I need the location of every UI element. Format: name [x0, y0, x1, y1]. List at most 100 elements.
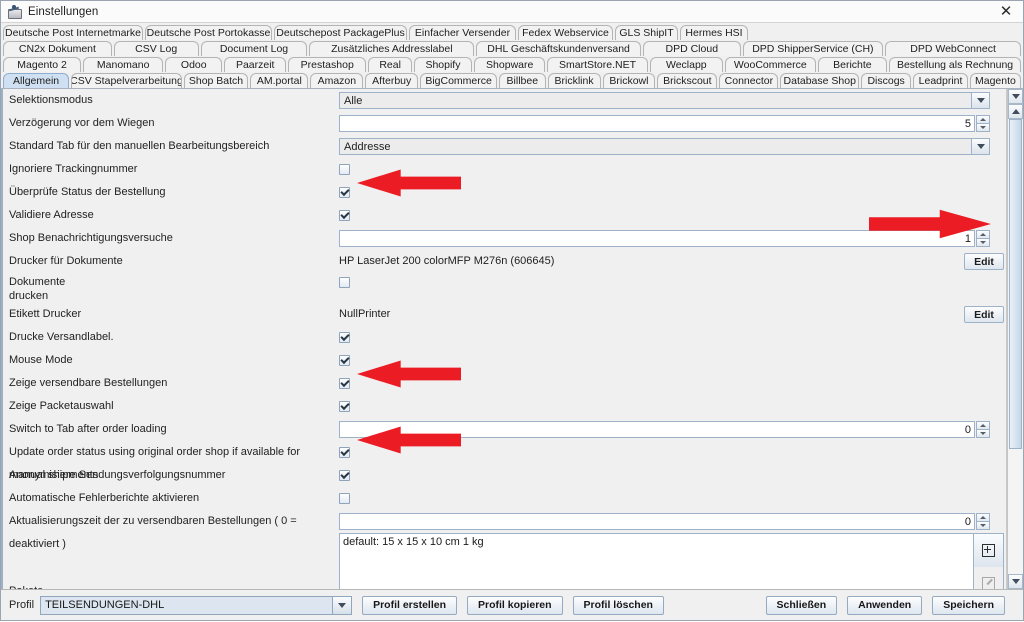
scroll-up-icon[interactable] [1008, 104, 1023, 119]
pakete-list[interactable]: default: 15 x 15 x 10 cm 1 kg [339, 533, 974, 589]
combo-standard-tab-f-r-den-manuellen-bearbeitungsberei[interactable]: Addresse [339, 138, 990, 155]
tab-prestashop[interactable]: Prestashop [288, 57, 367, 72]
spinner-input-verz-gerung-vor-dem-wiegen[interactable]: 5 [339, 115, 975, 132]
spinner-up-icon[interactable] [976, 115, 990, 124]
spinner-input-switch-to-tab-after-order-loading[interactable]: 0 [339, 421, 975, 438]
tab-connector[interactable]: Connector [719, 73, 779, 88]
checkbox-update-order-status-using-original-order-shop-if[interactable] [339, 447, 350, 458]
tab-gls-shipit[interactable]: GLS ShipIT [615, 25, 678, 40]
checkbox-ignoriere-trackingnummer[interactable] [339, 164, 350, 175]
tab-cn2x-dokument[interactable]: CN2x Dokument [3, 41, 112, 56]
chevron-down-icon[interactable] [332, 596, 352, 614]
checkbox-automatische-fehlerberichte-aktivieren[interactable] [339, 493, 350, 504]
scrollbar-track[interactable] [1008, 119, 1023, 574]
edit-button-etikett-drucker[interactable]: Edit [964, 306, 1004, 323]
tab-weclapp[interactable]: Weclapp [649, 57, 723, 72]
tab-shopify[interactable]: Shopify [413, 57, 472, 72]
spinner-up-icon[interactable] [976, 513, 990, 522]
tab-manomano[interactable]: Manomano [83, 57, 164, 72]
tab-real[interactable]: Real [368, 57, 412, 72]
tab-discogs[interactable]: Discogs [861, 73, 912, 88]
profil-kopieren-button[interactable]: Profil kopieren [467, 595, 563, 615]
tab-amazon[interactable]: Amazon [310, 73, 364, 88]
tab-dpd-cloud[interactable]: DPD Cloud [642, 41, 741, 56]
tab-brickscout[interactable]: Brickscout [657, 73, 718, 88]
tab-bigcommerce[interactable]: BigCommerce [420, 73, 497, 88]
tab-am-portal[interactable]: AM.portal [250, 73, 309, 88]
app-settings-icon [7, 4, 22, 19]
spinner-up-icon[interactable] [976, 230, 990, 239]
tab-berichte[interactable]: Berichte [817, 57, 888, 72]
combo-selektionsmodus[interactable]: Alle [339, 92, 990, 109]
tab-fedex-webservice[interactable]: Fedex Webservice [518, 25, 613, 40]
tab-deutsche-post-portokasse[interactable]: Deutsche Post Portokasse [145, 25, 272, 40]
tab-dhl-gesch-ftskundenversand[interactable]: DHL Geschäftskundenversand [476, 41, 641, 56]
checkbox-drucke-versandlabel[interactable] [339, 332, 350, 343]
tab-csv-stapelverarbeitung[interactable]: CSV Stapelverarbeitung [71, 73, 182, 88]
spinner-input-aktualisierungszeit-der-zu-versendbaren-bestellu[interactable]: 0 [339, 513, 975, 530]
profil-erstellen-button[interactable]: Profil erstellen [362, 595, 458, 615]
tab-paarzeit[interactable]: Paarzeit [224, 57, 287, 72]
tab-deutsche-post-internetmarke[interactable]: Deutsche Post Internetmarke [3, 25, 143, 40]
setting-control [339, 487, 1006, 510]
tab-allgemein[interactable]: Allgemein [3, 73, 70, 88]
setting-row-update-order-status-using-original-order-shop-if: Update order status using original order… [3, 441, 1006, 481]
tab-shopware[interactable]: Shopware [473, 57, 546, 72]
spinner-buttons[interactable] [976, 421, 990, 438]
spinner-down-icon[interactable] [976, 124, 990, 132]
list-item[interactable]: default: 15 x 15 x 10 cm 1 kg [343, 536, 973, 548]
profil-l-schen-button[interactable]: Profil löschen [572, 595, 664, 615]
spinner-down-icon[interactable] [976, 239, 990, 247]
spinner-buttons[interactable] [976, 513, 990, 530]
tab-zus-tzliches-addresslabel[interactable]: Zusätzliches Addresslabel [309, 41, 475, 56]
checkbox-zeige-packetauswahl[interactable] [339, 401, 350, 412]
checkbox-berpr-fe-status-der-bestellung[interactable] [339, 187, 350, 198]
tab-bricklink[interactable]: Bricklink [547, 73, 601, 88]
edit-paket-button[interactable] [974, 567, 1003, 589]
close-icon[interactable]: ✕ [995, 1, 1017, 22]
tab-einfacher-versender[interactable]: Einfacher Versender [409, 25, 516, 40]
tab-smartstore-net[interactable]: SmartStore.NET [547, 57, 648, 72]
tab-dpd-shipperservice-ch[interactable]: DPD ShipperService (CH) [742, 41, 884, 56]
tab-dpd-webconnect[interactable]: DPD WebConnect [885, 41, 1021, 56]
tab-magento[interactable]: Magento [969, 73, 1021, 88]
checkbox-validiere-adresse[interactable] [339, 210, 350, 221]
scroll-down-icon[interactable] [1008, 89, 1023, 104]
tab-csv-log[interactable]: CSV Log [113, 41, 199, 56]
tab-document-log[interactable]: Document Log [200, 41, 308, 56]
spinner-up-icon[interactable] [976, 421, 990, 430]
speichern-button[interactable]: Speichern [932, 595, 1005, 615]
checkbox-anonymisiere-sendungsverfolgungsnummer[interactable] [339, 470, 350, 481]
spinner-down-icon[interactable] [976, 522, 990, 530]
spinner-input-shop-benachrichtigungsversuche[interactable]: 1 [339, 230, 975, 247]
tab-leadprint[interactable]: Leadprint [913, 73, 968, 88]
tab-magento-2[interactable]: Magento 2 [3, 57, 82, 72]
chevron-down-icon[interactable] [971, 139, 989, 154]
tab-woocommerce[interactable]: WooCommerce [724, 57, 816, 72]
tab-deutschepost-packageplus[interactable]: Deutschepost PackagePlus [274, 25, 407, 40]
checkbox-mouse-mode[interactable] [339, 355, 350, 366]
scrollbar-thumb[interactable] [1009, 119, 1022, 449]
tab-bestellung-als-rechnung[interactable]: Bestellung als Rechnung [889, 57, 1021, 72]
vertical-scrollbar[interactable] [1007, 89, 1023, 589]
edit-button-drucker-f-r-dokumente[interactable]: Edit [964, 253, 1004, 270]
checkbox-zeige-versendbare-bestellungen[interactable] [339, 378, 350, 389]
tab-odoo[interactable]: Odoo [165, 57, 223, 72]
tab-brickowl[interactable]: Brickowl [602, 73, 656, 88]
profil-select[interactable]: TEILSENDUNGEN-DHL [40, 595, 353, 615]
chevron-down-icon[interactable] [971, 93, 989, 108]
schlie-en-button[interactable]: Schließen [765, 595, 838, 615]
checkbox-dokumente-drucken[interactable] [339, 277, 350, 288]
anwenden-button[interactable]: Anwenden [847, 595, 923, 615]
spinner-down-icon[interactable] [976, 430, 990, 438]
tab-shop-batch[interactable]: Shop Batch [183, 73, 249, 88]
tab-hermes-hsi[interactable]: Hermes HSI [680, 25, 748, 40]
add-paket-button[interactable] [974, 534, 1003, 567]
spinner-buttons[interactable] [976, 115, 990, 132]
scroll-down-bottom-icon[interactable] [1008, 574, 1023, 589]
tab-afterbuy[interactable]: Afterbuy [365, 73, 419, 88]
tab-billbee[interactable]: Billbee [499, 73, 546, 88]
tab-database-shop[interactable]: Database Shop [780, 73, 860, 88]
settings-window: Einstellungen ✕ Deutsche Post Internetma… [0, 0, 1024, 621]
spinner-buttons[interactable] [976, 230, 990, 247]
